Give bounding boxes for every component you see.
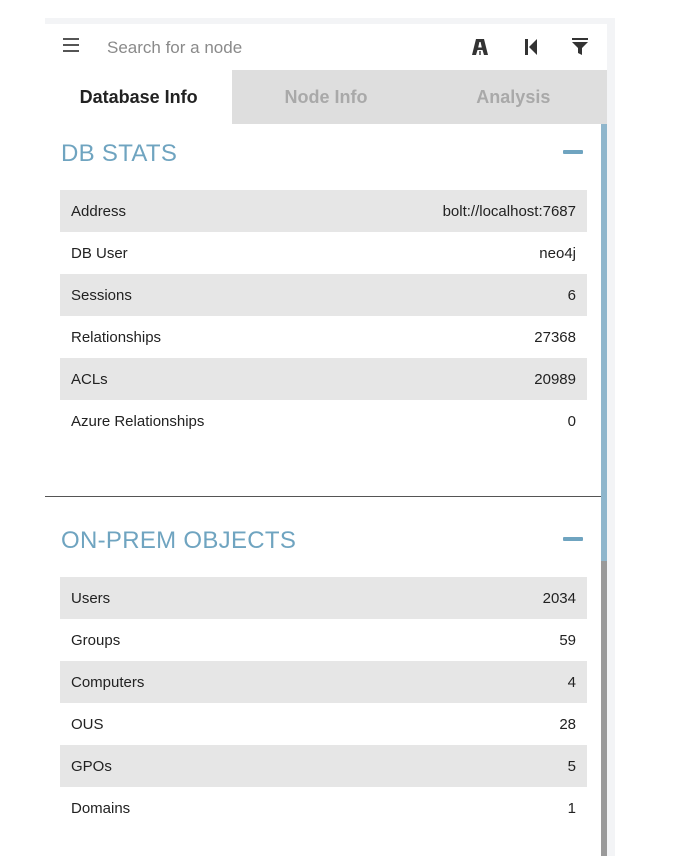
back-icon[interactable] [524, 38, 538, 56]
onprem-objects-title: ON-PREM OBJECTS [61, 527, 297, 554]
table-row: Address bolt://localhost:7687 [60, 190, 587, 232]
table-row: Computers 4 [60, 661, 587, 703]
row-value: bolt://localhost:7687 [442, 202, 576, 220]
row-label: Domains [71, 799, 131, 817]
table-row: Groups 59 [60, 619, 587, 661]
scrollbar-lower-track [601, 561, 607, 856]
table-row: Sessions 6 [60, 274, 587, 316]
tab-database-info[interactable]: Database Info [45, 70, 233, 124]
table-row: Domains 1 [60, 787, 587, 829]
row-label: Azure Relationships [71, 412, 205, 430]
onprem-objects-header: ON-PREM OBJECTS [45, 519, 601, 559]
search-input[interactable] [105, 34, 409, 62]
row-label: Users [71, 589, 111, 607]
row-label: ACLs [71, 370, 108, 388]
row-value: 27368 [534, 328, 576, 346]
scrollbar[interactable] [601, 124, 607, 856]
table-row: Relationships 27368 [60, 316, 587, 358]
database-info-content: DB STATS Address bolt://localhost:7687 D… [45, 124, 601, 856]
collapse-icon[interactable] [563, 537, 583, 541]
row-value: 4 [567, 673, 576, 691]
row-label: Address [71, 202, 127, 220]
row-label: OUS [71, 715, 104, 733]
row-label: Computers [71, 673, 145, 691]
onprem-objects-table: Users 2034 Groups 59 Computers 4 OUS 28 … [60, 577, 587, 829]
table-row: ACLs 20989 [60, 358, 587, 400]
row-value: neo4j [539, 244, 576, 262]
row-label: Relationships [71, 328, 162, 346]
db-stats-table: Address bolt://localhost:7687 DB User ne… [60, 190, 587, 442]
row-label: DB User [71, 244, 128, 262]
filter-icon[interactable] [572, 38, 588, 56]
table-row: Users 2034 [60, 577, 587, 619]
db-stats-title: DB STATS [61, 140, 178, 167]
row-value: 0 [567, 412, 576, 430]
row-value: 28 [559, 715, 576, 733]
db-stats-header: DB STATS [45, 132, 601, 172]
row-label: GPOs [71, 757, 112, 775]
row-value: 5 [567, 757, 576, 775]
table-row: Azure Relationships 0 [60, 400, 587, 442]
table-row: OUS 28 [60, 703, 587, 745]
menu-icon[interactable] [63, 38, 79, 52]
section-divider [45, 496, 601, 497]
scrollbar-thumb[interactable] [601, 124, 607, 561]
row-value: 1 [567, 799, 576, 817]
row-value: 6 [567, 286, 576, 304]
pathfinding-icon[interactable] [471, 38, 489, 56]
row-label: Groups [71, 631, 121, 649]
search-bar [45, 24, 607, 70]
table-row: GPOs 5 [60, 745, 587, 787]
row-value: 59 [559, 631, 576, 649]
tab-analysis[interactable]: Analysis [419, 70, 607, 124]
tab-node-info[interactable]: Node Info [232, 70, 420, 124]
row-label: Sessions [71, 286, 132, 304]
row-value: 2034 [542, 589, 576, 607]
row-value: 20989 [534, 370, 576, 388]
table-row: DB User neo4j [60, 232, 587, 274]
sidebar-panel: Database Info Node Info Analysis DB STAT… [45, 18, 615, 856]
tab-bar: Database Info Node Info Analysis [45, 70, 607, 124]
collapse-icon[interactable] [563, 150, 583, 154]
